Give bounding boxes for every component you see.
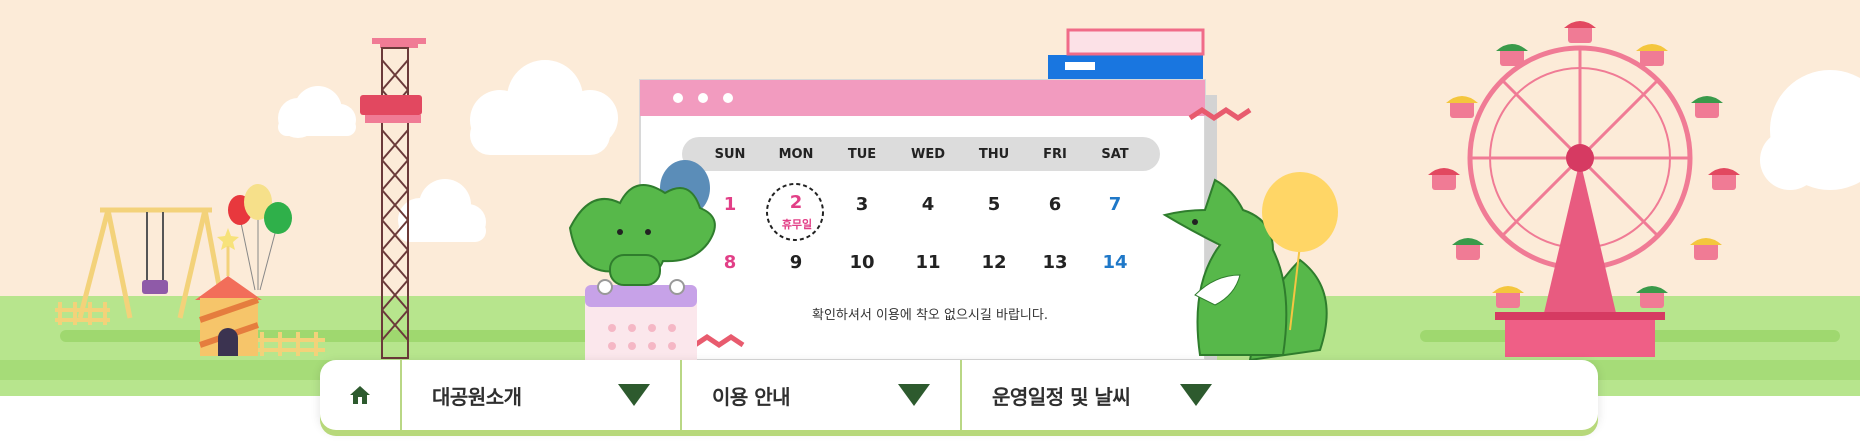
dow-sun: SUN [714, 147, 746, 162]
chevron-down-icon [1180, 384, 1212, 406]
nav-item-schedule-weather[interactable]: 운영일정 및 날씨 [962, 360, 1242, 430]
chevron-down-icon [898, 384, 930, 406]
nav-item-park-intro[interactable]: 대공원소개 [402, 360, 682, 430]
calendar-day-holiday: 2 [789, 192, 803, 213]
grass-stripe-2 [60, 330, 620, 342]
nav-item-label: 대공원소개 [432, 384, 522, 409]
dow-thu: THU [978, 147, 1010, 162]
dow-mon: MON [778, 147, 814, 162]
calendar-day: 11 [915, 252, 941, 273]
nav-item-usage-guide[interactable]: 이용 안내 [682, 360, 962, 430]
calendar-day: 14 [1102, 252, 1128, 273]
books [1048, 28, 1205, 79]
desk-calendar [585, 279, 697, 370]
nav-item-label: 운영일정 및 날씨 [992, 384, 1131, 409]
dow-tue: TUE [847, 147, 877, 162]
calendar-day: 4 [921, 194, 935, 215]
dow-wed: WED [910, 147, 945, 162]
holiday-label: 휴무일 [781, 218, 813, 231]
nav-item-label: 이용 안내 [712, 384, 791, 409]
home-button[interactable] [320, 360, 402, 430]
calendar-day: 1 [723, 194, 737, 215]
calendar-day: 3 [855, 194, 869, 215]
calendar-day: 5 [987, 194, 1001, 215]
calendar-notice: 확인하셔서 이용에 착오 없으시길 바랍니다. [812, 308, 1048, 323]
calendar-day: 12 [981, 252, 1007, 273]
dow-sat: SAT [1101, 147, 1129, 162]
calendar-day: 13 [1042, 252, 1068, 273]
calendar-day: 10 [849, 252, 875, 273]
calendar-day: 7 [1108, 194, 1122, 215]
home-icon [350, 386, 370, 404]
dow-fri: FRI [1043, 147, 1067, 162]
calendar-day: 9 [789, 252, 803, 273]
main-navigation: 대공원소개 이용 안내 운영일정 및 날씨 [320, 360, 1598, 430]
chevron-down-icon [618, 384, 650, 406]
calendar-day: 8 [723, 252, 737, 273]
calendar-day: 6 [1048, 194, 1062, 215]
